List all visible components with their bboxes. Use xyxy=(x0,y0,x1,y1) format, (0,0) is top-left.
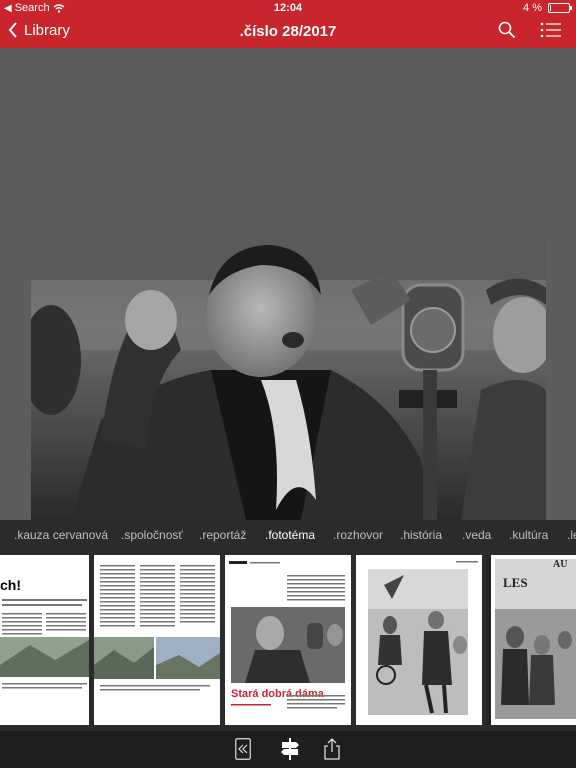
section-tab[interactable]: .história xyxy=(400,528,442,542)
section-strip[interactable]: .kauza cervanová .spoločnosť .reportáž .… xyxy=(0,520,576,550)
page-thumbnail[interactable]: ch! xyxy=(0,555,89,725)
page-thumbnail[interactable]: LES AU xyxy=(487,555,576,725)
page-layout xyxy=(487,555,576,725)
page-title: .číslo 28/2017 xyxy=(239,23,337,40)
section-tab-active[interactable]: .fototéma xyxy=(265,528,315,542)
page-sign: LES xyxy=(503,575,528,590)
page-thumbnail-current[interactable]: Stará dobrá dáma xyxy=(225,555,351,725)
status-time: 12:04 xyxy=(273,2,303,14)
page-sign: AU xyxy=(553,559,568,570)
photo-illustration xyxy=(31,240,546,520)
page-thumbnails[interactable]: ch! Stará dobrá dáma LES AU xyxy=(0,550,576,731)
share-icon[interactable] xyxy=(324,738,340,760)
section-tab[interactable]: .spoločnosť xyxy=(121,528,183,542)
reading-canvas[interactable] xyxy=(0,48,576,520)
table-of-contents-icon[interactable] xyxy=(540,21,562,39)
battery-icon xyxy=(548,3,572,13)
rewind-icon[interactable] xyxy=(235,738,251,760)
navigation-bar: Library .číslo 28/2017 xyxy=(0,16,576,48)
page-layout xyxy=(368,561,478,715)
page-thumbnail[interactable] xyxy=(356,555,482,725)
signpost-icon[interactable] xyxy=(280,738,300,760)
section-tab[interactable]: .kultúra xyxy=(509,528,548,542)
section-tab[interactable]: .rozhovor xyxy=(333,528,383,542)
article-photo[interactable] xyxy=(31,240,546,520)
section-tab[interactable]: .veda xyxy=(462,528,491,542)
section-tab[interactable]: .le xyxy=(567,528,576,542)
battery-percent: 4 % xyxy=(523,2,542,14)
status-bar: ◀ Search 12:04 4 % xyxy=(0,0,576,16)
search-icon[interactable] xyxy=(498,21,516,39)
page-thumbnail[interactable] xyxy=(94,555,220,725)
section-tab[interactable]: .kauza cervanová xyxy=(14,528,108,542)
page-layout xyxy=(94,565,220,691)
page-text-lines xyxy=(231,695,345,709)
page-headline: ch! xyxy=(0,577,21,593)
bottom-toolbar xyxy=(0,731,576,768)
section-tab[interactable]: .reportáž xyxy=(199,528,246,542)
